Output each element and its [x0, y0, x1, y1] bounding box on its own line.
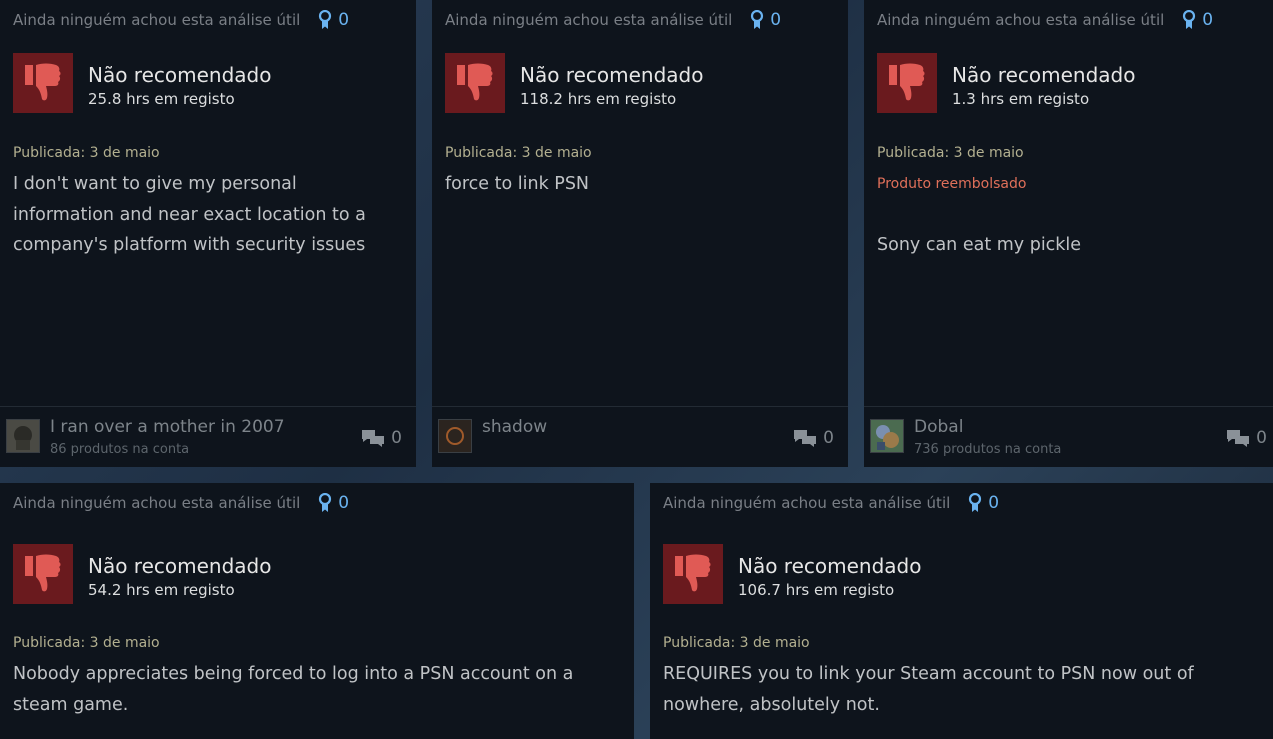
award-count: 0 — [1202, 10, 1214, 30]
award-button[interactable]: 0 — [968, 493, 999, 513]
comment-count: 0 — [391, 428, 402, 448]
hours-played: 118.2 hrs em registo — [520, 90, 677, 108]
review-text: I don't want to give my personal informa… — [13, 174, 366, 255]
thumbs-down-icon — [13, 544, 73, 604]
review-author[interactable]: Dobal 736 produtos na conta 0 — [864, 406, 1273, 467]
award-ribbon-icon — [319, 10, 332, 29]
review-card: Ainda ninguém achou esta análise útil 0 … — [0, 0, 416, 467]
verdict[interactable]: Não recomendado 106.7 hrs em registo — [663, 544, 921, 604]
helpful-text: Ainda ninguém achou esta análise útil — [663, 494, 951, 512]
award-ribbon-icon — [969, 493, 982, 512]
award-ribbon-icon — [1183, 10, 1196, 29]
hours-played: 25.8 hrs em registo — [88, 90, 235, 108]
award-count: 0 — [338, 10, 350, 30]
comments-button[interactable]: 0 — [1226, 428, 1267, 448]
verdict-title: Não recomendado — [520, 63, 704, 87]
thumbs-down-icon — [445, 53, 505, 113]
author-product-count: 86 produtos na conta — [50, 442, 190, 457]
comment-bubbles-icon — [1227, 430, 1250, 447]
review-text: Sony can eat my pickle — [877, 235, 1082, 255]
award-count: 0 — [988, 493, 1000, 513]
verdict-title: Não recomendado — [88, 63, 272, 87]
helpful-text: Ainda ninguém achou esta análise útil — [13, 11, 301, 29]
review-card: Ainda ninguém achou esta análise útil 0 … — [432, 0, 848, 467]
author-product-count: 736 produtos na conta — [914, 442, 1062, 457]
comments-button[interactable]: 0 — [793, 428, 834, 448]
award-ribbon-icon — [751, 10, 764, 29]
review-author[interactable]: I ran over a mother in 2007 86 produtos … — [0, 406, 416, 467]
review-author[interactable]: shadow 0 — [432, 406, 848, 467]
verdict[interactable]: Não recomendado 25.8 hrs em registo — [13, 53, 271, 113]
comment-count: 0 — [823, 428, 834, 448]
helpful-status: Ainda ninguém achou esta análise útil 0 — [663, 493, 999, 513]
avatar[interactable] — [438, 419, 472, 453]
review-card: Ainda ninguém achou esta análise útil 0 … — [650, 483, 1273, 739]
verdict[interactable]: Não recomendado 54.2 hrs em registo — [13, 544, 271, 604]
helpful-status: Ainda ninguém achou esta análise útil 0 — [13, 10, 349, 30]
avatar[interactable] — [6, 419, 40, 453]
comment-bubbles-icon — [362, 430, 385, 447]
verdict[interactable]: Não recomendado 1.3 hrs em registo — [877, 53, 1135, 113]
award-count: 0 — [770, 10, 782, 30]
review-card: Ainda ninguém achou esta análise útil 0 … — [0, 483, 634, 739]
comments-button[interactable]: 0 — [361, 428, 402, 448]
hours-played: 106.7 hrs em registo — [738, 581, 895, 599]
helpful-status: Ainda ninguém achou esta análise útil 0 — [877, 10, 1213, 30]
review-text: REQUIRES you to link your Steam account … — [663, 664, 1194, 715]
posted-date: Publicada: 3 de maio — [445, 145, 592, 161]
helpful-status: Ainda ninguém achou esta análise útil 0 — [13, 493, 349, 513]
verdict-title: Não recomendado — [88, 554, 272, 578]
posted-date: Publicada: 3 de maio — [13, 145, 160, 161]
review-text: Nobody appreciates being forced to log i… — [13, 664, 574, 715]
author-name[interactable]: I ran over a mother in 2007 — [50, 417, 285, 437]
posted-date: Publicada: 3 de maio — [13, 635, 160, 651]
helpful-text: Ainda ninguém achou esta análise útil — [445, 11, 733, 29]
comment-count: 0 — [1256, 428, 1267, 448]
verdict-title: Não recomendado — [738, 554, 922, 578]
refunded-badge: Produto reembolsado — [877, 176, 1027, 192]
thumbs-down-icon — [13, 53, 73, 113]
verdict[interactable]: Não recomendado 118.2 hrs em registo — [445, 53, 703, 113]
comment-bubbles-icon — [794, 430, 817, 447]
author-name[interactable]: Dobal — [914, 417, 963, 437]
thumbs-down-icon — [663, 544, 723, 604]
hours-played: 1.3 hrs em registo — [952, 90, 1090, 108]
award-button[interactable]: 0 — [318, 493, 349, 513]
posted-date: Publicada: 3 de maio — [663, 635, 810, 651]
review-card: Ainda ninguém achou esta análise útil 0 … — [864, 0, 1273, 467]
award-count: 0 — [338, 493, 350, 513]
hours-played: 54.2 hrs em registo — [88, 581, 235, 599]
verdict-title: Não recomendado — [952, 63, 1136, 87]
author-name[interactable]: shadow — [482, 417, 547, 437]
helpful-text: Ainda ninguém achou esta análise útil — [13, 494, 301, 512]
posted-date: Publicada: 3 de maio — [877, 145, 1024, 161]
award-button[interactable]: 0 — [1182, 10, 1213, 30]
review-text: force to link PSN — [445, 174, 590, 194]
avatar[interactable] — [870, 419, 904, 453]
award-ribbon-icon — [319, 493, 332, 512]
thumbs-down-icon — [877, 53, 937, 113]
helpful-status: Ainda ninguém achou esta análise útil 0 — [445, 10, 781, 30]
award-button[interactable]: 0 — [318, 10, 349, 30]
award-button[interactable]: 0 — [750, 10, 781, 30]
helpful-text: Ainda ninguém achou esta análise útil — [877, 11, 1165, 29]
